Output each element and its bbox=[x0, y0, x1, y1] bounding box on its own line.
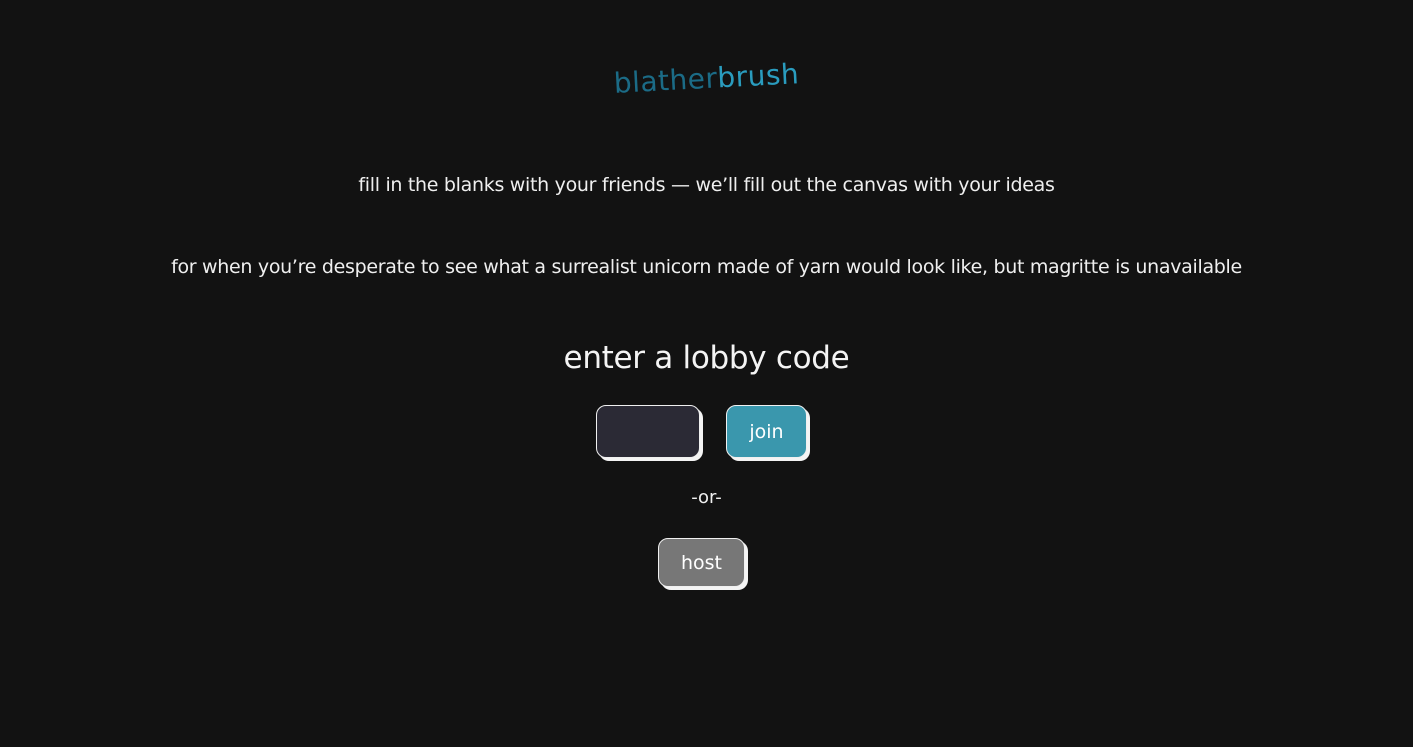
lobby-code-heading: enter a lobby code bbox=[563, 340, 850, 376]
landing-page: blatherbrush fill in the blanks with you… bbox=[0, 0, 1413, 747]
lobby-code-input[interactable] bbox=[596, 405, 700, 458]
logo-text-blather: blather bbox=[612, 61, 719, 100]
or-separator: -or- bbox=[691, 487, 722, 508]
join-button[interactable]: join bbox=[726, 405, 807, 458]
subtagline: for when you’re desperate to see what a … bbox=[171, 256, 1242, 278]
app-logo: blatherbrush bbox=[0, 25, 1413, 132]
tagline: fill in the blanks with your friends — w… bbox=[358, 174, 1055, 196]
logo-text-brush: brush bbox=[716, 57, 801, 95]
host-button[interactable]: host bbox=[658, 538, 745, 587]
